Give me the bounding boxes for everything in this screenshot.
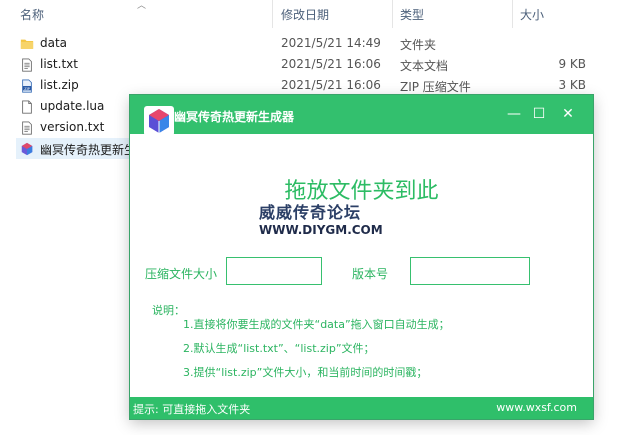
file-date: 2021/5/21 16:06 (281, 78, 381, 92)
file-row-data[interactable]: data 2021/5/21 14:49 文件夹 (0, 33, 631, 54)
svg-text:ZIP: ZIP (24, 87, 30, 91)
file-row-list-zip[interactable]: ZIP list.zip 2021/5/21 16:06 ZIP 压缩文件 3 … (0, 75, 631, 96)
zip-file-icon: ZIP (22, 79, 32, 93)
status-website[interactable]: www.wxsf.com (496, 401, 577, 414)
file-size: 9 KB (558, 57, 586, 71)
close-button[interactable]: ✕ (558, 104, 578, 124)
file-date: 2021/5/21 16:06 (281, 57, 381, 71)
description-line: 2.默认生成“list.txt”、“list.zip”文件； (183, 342, 375, 355)
size-label: 压缩文件大小 (145, 267, 218, 281)
file-name: 幽冥传奇热更新生 (40, 143, 137, 157)
folder-icon (20, 39, 34, 49)
file-type: 文件夹 (400, 38, 437, 52)
file-size: 3 KB (558, 78, 586, 92)
file-name: list.zip (40, 78, 79, 92)
column-divider[interactable] (272, 0, 273, 28)
maximize-button[interactable]: ☐ (529, 104, 549, 124)
status-hint: 提示: 可直接拖入文件夹 (133, 403, 251, 416)
file-name: data (40, 36, 68, 50)
description-title: 说明： (152, 304, 185, 317)
version-label: 版本号 (352, 267, 389, 281)
minimize-button[interactable]: — (504, 104, 524, 124)
status-bar: 提示: 可直接拖入文件夹 www.wxsf.com (130, 397, 593, 419)
sort-chevron-up-icon: ︿ (137, 1, 147, 11)
file-list-header: ︿ 名称 修改日期 类型 大小 (0, 0, 631, 28)
drop-zone-title[interactable]: 拖放文件夹到此 (130, 173, 593, 205)
file-icon (22, 100, 32, 114)
column-date[interactable]: 修改日期 (281, 6, 329, 23)
file-row-list-txt[interactable]: list.txt 2021/5/21 16:06 文本文档 9 KB (0, 54, 631, 75)
file-name: list.txt (40, 57, 78, 71)
file-name: version.txt (40, 120, 105, 134)
file-date: 2021/5/21 14:49 (281, 36, 381, 50)
watermark-url: WWW.DIYGM.COM (259, 223, 383, 237)
file-name: update.lua (40, 99, 105, 113)
column-size[interactable]: 大小 (520, 6, 544, 23)
column-type[interactable]: 类型 (400, 6, 424, 23)
app-logo-icon (144, 106, 174, 136)
app-window: 幽冥传奇热更新生成器 — ☐ ✕ 拖放文件夹到此 威威传奇论坛 WWW.DIYG… (130, 95, 593, 419)
window-title: 幽冥传奇热更新生成器 (174, 110, 295, 124)
size-input[interactable] (226, 257, 322, 285)
title-bar[interactable]: 幽冥传奇热更新生成器 — ☐ ✕ (130, 95, 593, 136)
column-name[interactable]: 名称 (20, 6, 44, 23)
text-file-icon (22, 121, 32, 135)
column-divider[interactable] (392, 0, 393, 28)
app-icon (21, 142, 33, 156)
file-type: 文本文档 (400, 59, 449, 73)
description-line: 3.提供“list.zip”文件大小，和当前时间的时间戳； (183, 366, 428, 379)
column-divider[interactable] (512, 0, 513, 28)
version-input[interactable] (410, 257, 530, 285)
watermark-text: 威威传奇论坛 (259, 203, 362, 222)
text-file-icon (22, 58, 32, 72)
file-type: ZIP 压缩文件 (400, 80, 471, 94)
description-line: 1.直接将你要生成的文件夹“data”拖入窗口自动生成； (183, 318, 450, 331)
